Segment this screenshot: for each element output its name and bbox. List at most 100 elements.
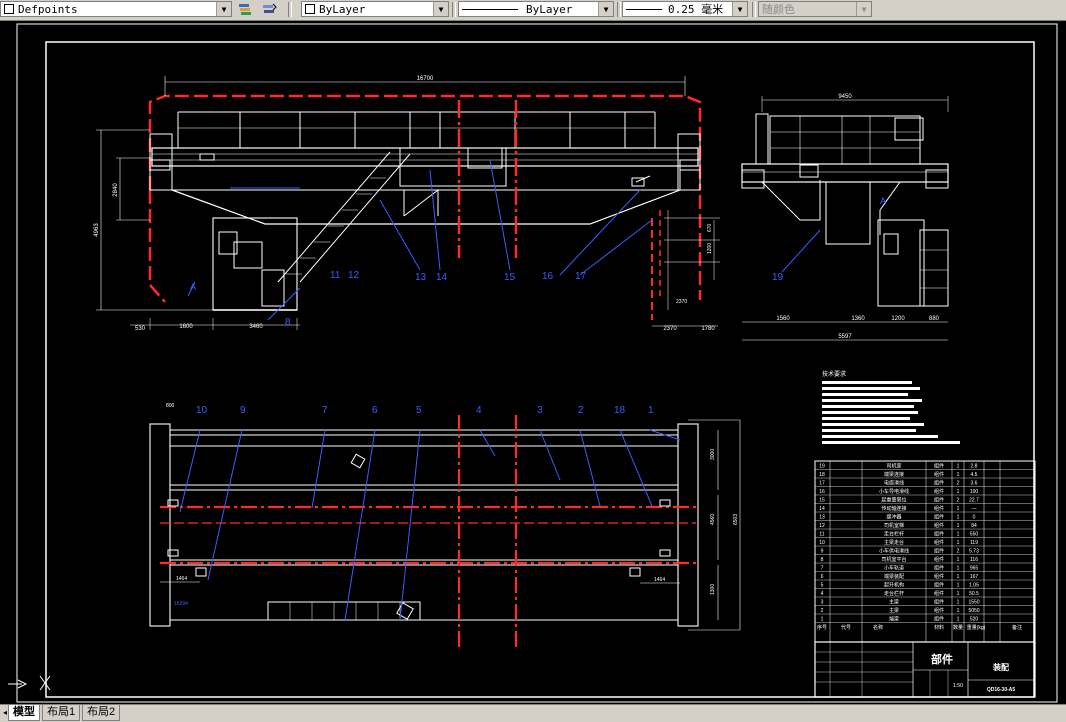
callout-8: 8	[285, 317, 291, 328]
callout-9: 9	[240, 405, 246, 416]
dim-p3: 1300	[710, 584, 716, 595]
toolbar-separator	[752, 2, 756, 17]
bom-header-cell: 备注	[1012, 624, 1022, 631]
bom-cell-w: 550	[970, 532, 979, 538]
callout-14: 14	[436, 272, 448, 283]
chevron-down-icon: ▼	[216, 2, 231, 16]
bom-cell-qty: 1	[957, 540, 960, 546]
callout-15: 15	[504, 272, 516, 283]
bom-cell-mat: 组件	[934, 531, 944, 538]
bom-cell-name: 小车轨道	[884, 565, 904, 572]
layout-tabs: ◂ 模型 布局1 布局2	[0, 704, 1066, 722]
dim-left-height-2: 2840	[113, 183, 119, 197]
titleblock-scale: 1:50	[953, 683, 963, 689]
bom-cell-qty: 1	[957, 489, 960, 495]
dim-p6: 1464	[654, 577, 665, 583]
bom-cell-no: 8	[821, 557, 824, 563]
bom-cell-mat: 组件	[934, 539, 944, 546]
layer-dropdown[interactable]: Defpoints ▼	[0, 1, 232, 17]
callout-12: 12	[348, 270, 360, 281]
toolbar-separator	[288, 2, 292, 17]
bom-cell-no: 6	[821, 574, 824, 580]
color-dropdown[interactable]: ByLayer ▼	[301, 1, 449, 17]
bom-cell-w: 5.73	[969, 549, 979, 555]
linetype-preview	[462, 8, 518, 10]
properties-toolbar: Defpoints ▼ ByLayer ▼ ByLayer ▼ 0.25 毫米 …	[0, 0, 1066, 21]
dim-p5: 15294	[174, 601, 188, 607]
bom-cell-name: 主梁	[889, 599, 899, 606]
bom-cell-mat: 组件	[934, 522, 944, 529]
layer-name: Defpoints	[18, 2, 78, 16]
bom-header-cell: 序号	[817, 624, 827, 631]
bom-cell-no: 19	[819, 464, 825, 470]
bom-cell-name: 起升机构	[884, 582, 904, 589]
bom-cell-mat: 组件	[934, 590, 944, 597]
bom-cell-no: 5	[821, 583, 824, 589]
bom-cell-no: 17	[819, 481, 825, 487]
chevron-down-icon: ▼	[598, 2, 613, 16]
bom-cell-w: 119	[970, 540, 978, 546]
bom-cell-qty: 2	[957, 498, 960, 504]
callout-13: 13	[415, 272, 427, 283]
callout-1: 1	[648, 405, 654, 416]
bom-cell-name: 司机室梯	[884, 522, 904, 529]
bom-cell-w: 1550	[968, 600, 979, 606]
callout-17: 17	[575, 271, 587, 282]
bom-cell-mat: 组件	[934, 616, 944, 623]
chevron-down-icon: ▼	[856, 2, 871, 16]
dim-p2: 4560	[710, 514, 716, 525]
bom-cell-no: 10	[819, 540, 825, 546]
bom-cell-qty: 1	[957, 506, 960, 512]
layer-states-icon[interactable]	[236, 1, 254, 17]
bom-cell-w: 116	[970, 557, 978, 563]
bom-cell-qty: 1	[957, 532, 960, 538]
tab-layout1[interactable]: 布局1	[42, 705, 81, 721]
bom-cell-qty: 1	[957, 472, 960, 478]
lineweight-value: 0.25 毫米	[668, 3, 724, 16]
titleblock-company: 装配	[992, 662, 1009, 672]
callout-16: 16	[542, 271, 554, 282]
bom-cell-qty: 2	[957, 481, 960, 487]
bom-cell-name: 司机室平台	[881, 556, 906, 563]
layer-previous-icon[interactable]	[260, 1, 278, 17]
bill-of-materials: 19 司机室 组件 1 2.818 端梁连接 组件 1 4.517 电缆滑线 组件 2 3.616 小车导…	[814, 460, 1036, 643]
bom-cell-qty: 1	[957, 600, 960, 606]
dim-p1: 3000	[710, 449, 716, 460]
bom-cell-qty: 1	[957, 464, 960, 470]
dim-r3: 1360	[851, 316, 865, 322]
bom-cell-qty: 2	[957, 549, 960, 555]
bom-cell-qty: 1	[957, 608, 960, 614]
bom-cell-no: 18	[819, 472, 825, 478]
linetype-dropdown[interactable]: ByLayer ▼	[458, 1, 614, 17]
chevron-down-icon: ▼	[732, 2, 747, 16]
lineweight-dropdown[interactable]: 0.25 毫米 ▼	[622, 1, 748, 17]
bom-cell-qty: 1	[957, 523, 960, 529]
bom-cell-mat: 组件	[934, 565, 944, 572]
dim-b5: 1780	[701, 326, 715, 332]
tab-model[interactable]: 模型	[8, 705, 40, 721]
bom-cell-qty: 1	[957, 566, 960, 572]
bom-cell-mat: 组件	[934, 488, 944, 495]
dim-p7: 6503	[733, 514, 739, 525]
dim-b4: 2370	[663, 326, 677, 332]
bom-cell-w: 167	[970, 574, 979, 580]
tab-layout2[interactable]: 布局2	[82, 705, 121, 721]
bom-cell-no: 14	[819, 506, 825, 512]
model-space-canvas[interactable]: 16700 4963 2840 530 1600 3460 2370 1780 …	[0, 20, 1066, 704]
callout-4: 4	[476, 405, 482, 416]
bom-cell-w: 0	[973, 515, 976, 521]
bom-cell-w: 100	[970, 489, 979, 495]
dim-b1: 530	[135, 326, 146, 332]
bom-cell-w: —	[972, 506, 977, 512]
plotstyle-dropdown: 随颜色 ▼	[758, 1, 872, 17]
bom-cell-mat: 组件	[934, 505, 944, 512]
bom-cell-name: 缓冲器	[886, 514, 901, 521]
front-elevation-view: 16700 4963 2840 530 1600 3460 2370 1780 …	[94, 76, 720, 332]
bom-cell-no: 13	[819, 515, 825, 521]
bom-cell-name: 司机室	[886, 463, 901, 470]
callout-7: 7	[322, 405, 328, 416]
bom-cell-mat: 组件	[934, 607, 944, 614]
bom-cell-qty: 1	[957, 574, 960, 580]
bom-cell-qty: 1	[957, 515, 960, 521]
dim-top-span: 16700	[417, 76, 434, 82]
